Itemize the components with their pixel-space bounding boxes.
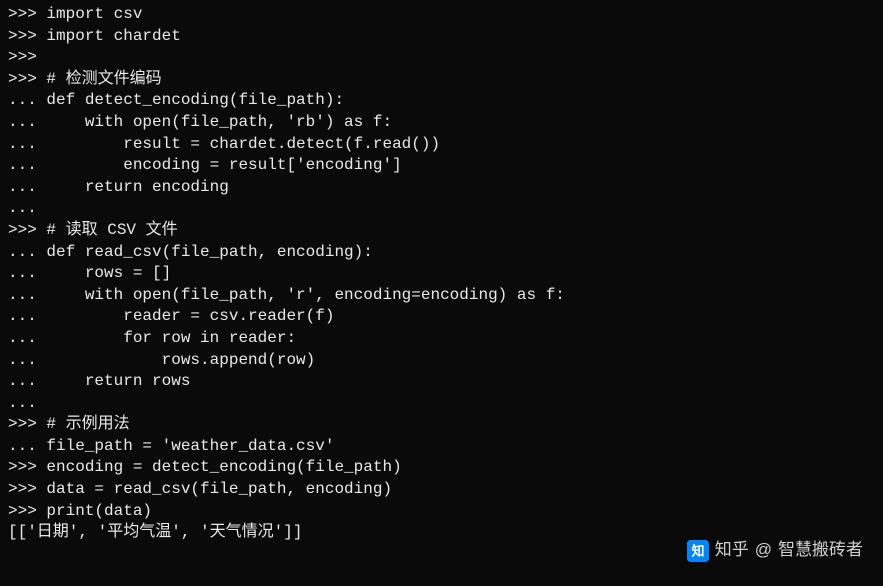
- terminal-line: >>> encoding = detect_encoding(file_path…: [8, 457, 875, 479]
- code-text: def detect_encoding(file_path):: [46, 90, 344, 112]
- code-text: data = read_csv(file_path, encoding): [46, 479, 392, 501]
- repl-prompt: >>>: [8, 479, 46, 501]
- code-text: # 检测文件编码: [46, 69, 161, 91]
- code-text: def read_csv(file_path, encoding):: [46, 242, 372, 264]
- terminal-line: ... for row in reader:: [8, 328, 875, 350]
- terminal-line: ... rows = []: [8, 263, 875, 285]
- repl-prompt: ...: [8, 112, 46, 134]
- repl-prompt: >>>: [8, 457, 46, 479]
- watermark: 知 知乎 @ 智慧搬砖者: [687, 539, 863, 562]
- terminal-line: ... return rows: [8, 371, 875, 393]
- repl-prompt: >>>: [8, 69, 46, 91]
- repl-prompt: ...: [8, 371, 46, 393]
- terminal-line: ... with open(file_path, 'rb') as f:: [8, 112, 875, 134]
- code-text: for row in reader:: [46, 328, 296, 350]
- repl-prompt: ...: [8, 350, 46, 372]
- repl-prompt: ...: [8, 393, 37, 415]
- terminal-line: ...: [8, 198, 875, 220]
- terminal-line: ... encoding = result['encoding']: [8, 155, 875, 177]
- terminal-line: >>> # 读取 CSV 文件: [8, 220, 875, 242]
- repl-prompt: ...: [8, 436, 46, 458]
- repl-prompt: ...: [8, 242, 46, 264]
- code-text: with open(file_path, 'rb') as f:: [46, 112, 392, 134]
- repl-prompt: ...: [8, 285, 46, 307]
- code-text: rows = []: [46, 263, 171, 285]
- repl-prompt: ...: [8, 306, 46, 328]
- watermark-brand: 知乎: [715, 539, 749, 562]
- terminal-line: ... def read_csv(file_path, encoding):: [8, 242, 875, 264]
- terminal-line: >>> import chardet: [8, 26, 875, 48]
- terminal-line: ...: [8, 393, 875, 415]
- code-text: print(data): [46, 501, 152, 523]
- repl-prompt: >>>: [8, 220, 46, 242]
- repl-prompt: ...: [8, 155, 46, 177]
- terminal-line: ... result = chardet.detect(f.read()): [8, 134, 875, 156]
- code-text: return rows: [46, 371, 190, 393]
- repl-prompt: >>>: [8, 501, 46, 523]
- code-text: [['日期', '平均气温', '天气情况']]: [8, 522, 302, 544]
- repl-prompt: ...: [8, 198, 37, 220]
- repl-prompt: >>>: [8, 47, 37, 69]
- terminal-line: >>> # 检测文件编码: [8, 69, 875, 91]
- terminal-line: >>> data = read_csv(file_path, encoding): [8, 479, 875, 501]
- terminal-line: >>> import csv: [8, 4, 875, 26]
- terminal-line: ... rows.append(row): [8, 350, 875, 372]
- terminal-line: >>>: [8, 47, 875, 69]
- repl-prompt: ...: [8, 90, 46, 112]
- repl-prompt: ...: [8, 328, 46, 350]
- terminal-line: ... def detect_encoding(file_path):: [8, 90, 875, 112]
- zhihu-icon: 知: [687, 540, 709, 562]
- repl-prompt: ...: [8, 177, 46, 199]
- watermark-at: @: [755, 539, 772, 562]
- terminal-line: ... with open(file_path, 'r', encoding=e…: [8, 285, 875, 307]
- repl-prompt: >>>: [8, 414, 46, 436]
- terminal-output: >>> import csv>>> import chardet>>>>>> #…: [8, 4, 875, 544]
- terminal-line: ... return encoding: [8, 177, 875, 199]
- code-text: reader = csv.reader(f): [46, 306, 334, 328]
- code-text: # 读取 CSV 文件: [46, 220, 177, 242]
- code-text: import chardet: [46, 26, 180, 48]
- repl-prompt: ...: [8, 134, 46, 156]
- watermark-username: 智慧搬砖者: [778, 539, 863, 562]
- code-text: with open(file_path, 'r', encoding=encod…: [46, 285, 564, 307]
- repl-prompt: ...: [8, 263, 46, 285]
- code-text: encoding = detect_encoding(file_path): [46, 457, 401, 479]
- terminal-line: >>> # 示例用法: [8, 414, 875, 436]
- code-text: result = chardet.detect(f.read()): [46, 134, 440, 156]
- repl-prompt: >>>: [8, 4, 46, 26]
- code-text: import csv: [46, 4, 142, 26]
- repl-prompt: >>>: [8, 26, 46, 48]
- code-text: # 示例用法: [46, 414, 129, 436]
- svg-text:知: 知: [691, 543, 704, 558]
- terminal-line: ... file_path = 'weather_data.csv': [8, 436, 875, 458]
- terminal-line: >>> print(data): [8, 501, 875, 523]
- terminal-line: ... reader = csv.reader(f): [8, 306, 875, 328]
- code-text: file_path = 'weather_data.csv': [46, 436, 334, 458]
- code-text: encoding = result['encoding']: [46, 155, 401, 177]
- code-text: rows.append(row): [46, 350, 315, 372]
- code-text: return encoding: [46, 177, 228, 199]
